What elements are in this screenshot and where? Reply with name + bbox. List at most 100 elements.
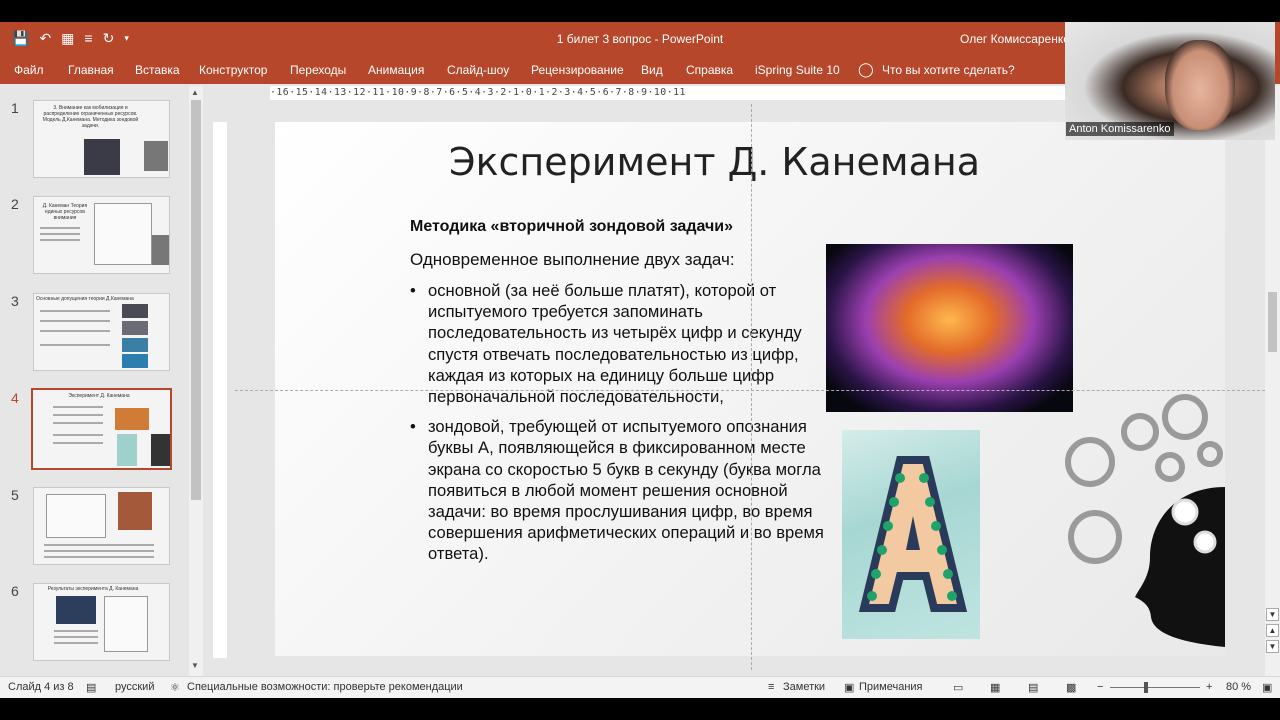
thumbnail-text-line xyxy=(40,233,80,235)
tab-animations[interactable]: Анимация xyxy=(368,63,424,77)
thumbnail-slide-1[interactable]: 3. Внимание как мобилизация и распределе… xyxy=(33,100,170,178)
thumbnail-slide-3[interactable]: Основные допущения теории Д.Канемана xyxy=(33,293,170,371)
zoom-level[interactable]: 80 % xyxy=(1226,681,1251,693)
tab-ispring[interactable]: iSpring Suite 10 xyxy=(755,63,840,77)
scroll-up-arrow-icon[interactable]: ▲ xyxy=(191,88,199,97)
letter-a-image[interactable] xyxy=(842,430,980,639)
thumbnail-text-line xyxy=(40,310,110,312)
slide-sorter-icon[interactable]: ▦ xyxy=(990,681,1000,694)
scrollbar-thumb[interactable] xyxy=(191,100,201,500)
thumbnail-graph xyxy=(46,494,106,538)
slide-title[interactable]: Эксперимент Д. Канемана xyxy=(275,140,1205,184)
thumbnail-slide-2[interactable]: Д. Канеман Теория единых ресурсов вниман… xyxy=(33,196,170,274)
scrollbar-thumb[interactable] xyxy=(1268,292,1277,352)
webcam-participant-name: Anton Komissarenko xyxy=(1066,122,1174,136)
thumbnail-gears-image xyxy=(151,434,170,466)
horizontal-ruler: ·16·15·14·13·12·11·10·9·8·7·6·5·4·3·2·1·… xyxy=(270,86,1065,100)
thumbnail-item[interactable]: 6 Результаты эксперимента Д. Канемана xyxy=(0,583,188,665)
customize-icon[interactable]: ▾ xyxy=(124,29,129,47)
slideshow-view-icon[interactable]: ▩ xyxy=(1066,681,1076,694)
thumbnail-photo xyxy=(122,321,148,335)
zoom-in-icon[interactable]: + xyxy=(1206,681,1212,693)
slide-thumbnails-panel: 1 3. Внимание как мобилизация и распреде… xyxy=(0,84,188,676)
redo-icon[interactable]: ↻ xyxy=(103,29,115,47)
scroll-down-arrow-icon[interactable]: ▼ xyxy=(191,661,199,670)
language-indicator[interactable]: русский xyxy=(115,681,154,693)
lightbulb-icon[interactable]: ◯ xyxy=(858,61,874,78)
tab-design[interactable]: Конструктор xyxy=(199,63,267,77)
ruler-labels: ·16·15·14·13·12·11·10·9·8·7·6·5·4·3·2·1·… xyxy=(270,87,686,98)
spelling-icon[interactable]: ▤ xyxy=(86,681,96,694)
bullets-icon[interactable]: ≡ xyxy=(84,29,92,47)
thumbnails-scrollbar[interactable]: ▲ ▼ xyxy=(189,86,203,676)
thumbnail-slide-4[interactable]: Эксперимент Д. Канемана xyxy=(31,388,172,470)
bullet-probe-task[interactable]: зондовой, требующей от испытуемого опозн… xyxy=(410,416,835,564)
tab-help[interactable]: Справка xyxy=(686,63,733,77)
vertical-guide[interactable] xyxy=(751,104,752,670)
tell-me-box[interactable]: Что вы хотите сделать? xyxy=(882,63,1015,77)
slide-counter[interactable]: Слайд 4 из 8 xyxy=(8,681,74,693)
comments-icon[interactable]: ▣ xyxy=(844,681,854,694)
thumbnail-item[interactable]: 3 Основные допущения теории Д.Канемана xyxy=(0,293,188,375)
notes-icon[interactable]: ≡ xyxy=(768,681,774,693)
comments-button[interactable]: Примечания xyxy=(859,681,923,693)
notes-button[interactable]: Заметки xyxy=(783,681,825,693)
user-account-name[interactable]: Олег Комиссаренко xyxy=(960,32,1070,46)
thumbnail-photo xyxy=(118,492,152,530)
save-icon[interactable]: 💾 xyxy=(12,29,29,47)
thumbnail-text-line xyxy=(40,320,110,322)
tab-transitions[interactable]: Переходы xyxy=(290,63,346,77)
zoom-out-icon[interactable]: − xyxy=(1097,681,1103,693)
method-heading[interactable]: Методика «вторичной зондовой задачи» xyxy=(410,218,733,236)
bullet-main-task[interactable]: основной (за неё больше платят), которой… xyxy=(410,280,835,407)
tab-file[interactable]: Файл xyxy=(14,63,44,77)
slide-canvas[interactable]: Эксперимент Д. Канемана Методика «вторич… xyxy=(275,122,1225,656)
thumbnail-text-line xyxy=(40,239,80,241)
thumbnail-slide-6[interactable]: Результаты эксперимента Д. Канемана xyxy=(33,583,170,661)
fit-to-window-icon[interactable]: ▣ xyxy=(1262,681,1272,694)
top-black-bar xyxy=(0,0,1280,22)
zoom-slider[interactable] xyxy=(1110,687,1200,688)
tab-view[interactable]: Вид xyxy=(641,63,663,77)
thumbnail-number: 3 xyxy=(11,293,19,309)
zoom-slider-knob[interactable] xyxy=(1144,682,1148,693)
thumbnail-item[interactable]: 5 xyxy=(0,487,188,569)
brain-image[interactable] xyxy=(826,244,1073,412)
thumbnail-text-line xyxy=(53,434,103,436)
thumbnail-gears-image xyxy=(144,141,168,171)
tab-slideshow[interactable]: Слайд-шоу xyxy=(447,63,509,77)
head-gears-image[interactable] xyxy=(1055,392,1225,656)
start-from-beginning-icon[interactable]: ▦ xyxy=(61,29,74,47)
normal-view-icon[interactable]: ▭ xyxy=(953,681,963,694)
thumbnail-text-line xyxy=(53,422,103,424)
bullet-list[interactable]: основной (за неё больше платят), которой… xyxy=(410,280,835,574)
status-bar: Слайд 4 из 8 ▤ русский ⚛ Специальные воз… xyxy=(0,676,1280,698)
thumbnail-slide-5[interactable] xyxy=(33,487,170,565)
previous-slide-icon[interactable]: ▲ xyxy=(1266,624,1279,637)
presenter-face xyxy=(1165,40,1235,130)
slide-scrollbar[interactable]: ▼ ▲ ▼ xyxy=(1265,86,1280,676)
tab-review[interactable]: Рецензирование xyxy=(531,63,624,77)
thumbnail-photo xyxy=(56,596,96,624)
tasks-intro[interactable]: Одновременное выполнение двух задач: xyxy=(410,250,735,270)
thumbnail-photo xyxy=(122,354,148,368)
thumbnail-text-line xyxy=(54,630,98,632)
accessibility-status[interactable]: Специальные возможности: проверьте реком… xyxy=(187,681,463,693)
thumbnail-item[interactable]: 4 Эксперимент Д. Канемана xyxy=(0,388,188,472)
thumbnail-item[interactable]: 1 3. Внимание как мобилизация и распреде… xyxy=(0,100,188,182)
scroll-down-arrow-icon[interactable]: ▼ xyxy=(1266,608,1279,621)
thumbnail-item[interactable]: 2 Д. Канеман Теория единых ресурсов вним… xyxy=(0,196,188,278)
reading-view-icon[interactable]: ▤ xyxy=(1028,681,1038,694)
thumbnail-photo xyxy=(84,139,120,175)
document-title: 1 билет 3 вопрос - PowerPoint xyxy=(556,32,724,46)
thumbnail-letter-image xyxy=(117,434,137,466)
undo-icon[interactable]: ↶ xyxy=(39,29,51,47)
tab-home[interactable]: Главная xyxy=(68,63,114,77)
tab-insert[interactable]: Вставка xyxy=(135,63,180,77)
horizontal-guide[interactable] xyxy=(235,390,1265,391)
next-slide-icon[interactable]: ▼ xyxy=(1266,640,1279,653)
thumbnail-text-line xyxy=(44,544,154,546)
thumbnail-diagram xyxy=(94,203,152,265)
accessibility-icon[interactable]: ⚛ xyxy=(170,681,180,694)
thumbnail-text-line xyxy=(54,642,98,644)
